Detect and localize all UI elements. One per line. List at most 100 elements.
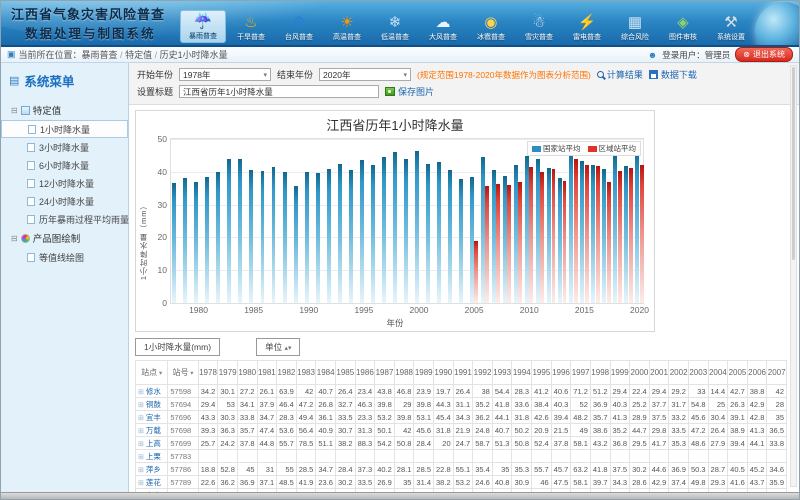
tree-item[interactable]: 3小时降水量 bbox=[1, 138, 128, 156]
table-cell bbox=[747, 450, 767, 463]
nav-typhoon[interactable]: ⚙台风普查 bbox=[276, 12, 322, 43]
table-row[interactable]: ⊞宜丰5769643.330.333.834.728.349.436.133.5… bbox=[136, 411, 787, 424]
chart-legend: 国家站平均区域站平均 bbox=[527, 141, 641, 156]
table-cell: 23.4 bbox=[355, 385, 375, 398]
table-row[interactable]: ⊞铜鼓5769429.45334.137.946.447.226.832.746… bbox=[136, 398, 787, 411]
tree-item[interactable]: 历年暴雨过程平均雨量 bbox=[1, 210, 128, 228]
scrollbar-thumb[interactable] bbox=[792, 67, 795, 260]
nav-hail[interactable]: ◉冰雹普查 bbox=[468, 12, 514, 43]
nav-system-settings[interactable]: ⚒系统设置 bbox=[708, 12, 754, 43]
hail-icon: ◉ bbox=[484, 14, 497, 32]
table-row[interactable]: ⊞萍乡5778618.852.845315528.534.728.437.340… bbox=[136, 463, 787, 476]
chart-bar-1994 bbox=[349, 170, 353, 303]
start-year-select[interactable]: 1978年▾ bbox=[179, 68, 271, 81]
filter-icon[interactable]: ▾ bbox=[188, 370, 193, 377]
y-axis-label: 1小时降水量（mm） bbox=[138, 201, 149, 280]
table-cell: 36.9 bbox=[590, 398, 610, 411]
rainstorm-icon: ☔ bbox=[194, 13, 213, 31]
nav-gale[interactable]: ☁大风普查 bbox=[420, 12, 466, 43]
table-cell: 27.2 bbox=[237, 385, 257, 398]
column-header: 2006 bbox=[747, 361, 767, 385]
chart-bar-2011 bbox=[540, 172, 544, 303]
expand-icon[interactable]: ⊞ bbox=[138, 454, 144, 461]
nav-snow-disaster[interactable]: ☃雪灾普查 bbox=[516, 12, 562, 43]
tree-group-product-drawing[interactable]: ⊟产品图绘制 bbox=[1, 228, 128, 248]
document-icon bbox=[27, 253, 35, 262]
document-icon bbox=[28, 125, 36, 134]
table-cell: 33.2 bbox=[669, 411, 689, 424]
table-row[interactable]: ⊞修水5759834.230.127.226.163.94240.726.423… bbox=[136, 385, 787, 398]
nav-lightning[interactable]: ⚡雷电普查 bbox=[564, 12, 610, 43]
nav-high-temp[interactable]: ☀高温普查 bbox=[324, 12, 370, 43]
table-cell: 48.5 bbox=[277, 476, 297, 489]
save-image-button[interactable]: 保存图片 bbox=[385, 85, 434, 98]
column-header: 1991 bbox=[453, 361, 473, 385]
table-cell: 43.3 bbox=[198, 411, 218, 424]
collapse-icon[interactable]: ⊟ bbox=[11, 234, 18, 243]
table-cell: 41.7 bbox=[649, 437, 669, 450]
measure-box[interactable]: 1小时降水量(mm) bbox=[135, 338, 220, 356]
tree-item[interactable]: 6小时降水量 bbox=[1, 156, 128, 174]
table-cell: 39.4 bbox=[728, 437, 748, 450]
table-row[interactable]: ⊞上栗57783 bbox=[136, 450, 787, 463]
tree-item[interactable]: 24小时降水量 bbox=[1, 192, 128, 210]
breadcrumb-item[interactable]: 特定值 bbox=[125, 50, 152, 60]
table-cell: 42 bbox=[767, 385, 787, 398]
table-cell: 28.6 bbox=[630, 476, 650, 489]
expand-icon[interactable]: ⊞ bbox=[138, 389, 144, 396]
column-header: 2001 bbox=[649, 361, 669, 385]
x-tick: 2000 bbox=[404, 305, 434, 315]
chart-bar-2009 bbox=[518, 182, 522, 303]
expand-icon[interactable]: ⊞ bbox=[138, 402, 144, 409]
table-cell bbox=[688, 450, 708, 463]
x-tick: 2005 bbox=[459, 305, 489, 315]
nav-drought[interactable]: ♨干旱普查 bbox=[228, 12, 274, 43]
table-cell: 19.7 bbox=[434, 385, 454, 398]
table-row[interactable]: ⊞莲花5778922.636.236.937.148.541.923.630.2… bbox=[136, 476, 787, 489]
column-header[interactable]: 站点 ▾ bbox=[136, 361, 168, 385]
table-cell: 27.9 bbox=[708, 437, 728, 450]
y-tick: 0 bbox=[149, 298, 167, 308]
column-header[interactable]: 站号 ▾ bbox=[168, 361, 198, 385]
breadcrumb-item[interactable]: 历史1小时降水量 bbox=[160, 50, 228, 60]
tree-item[interactable]: 等值线绘图 bbox=[1, 248, 128, 266]
expand-icon[interactable]: ⊞ bbox=[138, 467, 144, 474]
table-cell: 26.4 bbox=[335, 385, 355, 398]
nav-composite-risk[interactable]: ▦综合风险 bbox=[612, 12, 658, 43]
y-tick: 10 bbox=[149, 265, 167, 275]
tree-item[interactable]: 1小时降水量 bbox=[1, 120, 128, 138]
logout-button[interactable]: ⊗ 退出系统 bbox=[735, 47, 793, 62]
vertical-scrollbar[interactable] bbox=[790, 65, 797, 487]
table-cell: 40.7 bbox=[492, 424, 512, 437]
nav-low-temp[interactable]: ❄低温普查 bbox=[372, 12, 418, 43]
calc-result-button[interactable]: 计算结果 bbox=[597, 68, 643, 81]
table-cell: 39.8 bbox=[375, 398, 395, 411]
table-panel: 1小时降水量(mm) 单位 ▴▾ 站点 ▾站号 ▾197819791980198… bbox=[135, 338, 787, 500]
table-row[interactable]: ⊞万载5769839.336.335.747.453.656.440.930.7… bbox=[136, 424, 787, 437]
breadcrumb-item[interactable]: 暴雨普查 bbox=[82, 50, 118, 60]
table-cell: 45.6 bbox=[688, 411, 708, 424]
table-cell: 26.8 bbox=[316, 398, 336, 411]
expand-icon[interactable]: ⊞ bbox=[138, 441, 144, 448]
expand-icon[interactable]: ⊞ bbox=[138, 428, 144, 435]
tree-group-specific-values[interactable]: ⊟特定值 bbox=[1, 100, 128, 120]
expand-icon[interactable]: ⊞ bbox=[138, 480, 144, 487]
table-cell: 53.2 bbox=[453, 476, 473, 489]
data-download-button[interactable]: 数据下载 bbox=[649, 68, 697, 81]
collapse-icon[interactable]: ⊟ bbox=[11, 106, 18, 115]
table-cell: 33.8 bbox=[767, 437, 787, 450]
end-year-select[interactable]: 2020年▾ bbox=[319, 68, 411, 81]
tree-item[interactable]: 12小时降水量 bbox=[1, 174, 128, 192]
unit-dropdown[interactable]: 单位 ▴▾ bbox=[256, 338, 300, 356]
chart-title-input[interactable] bbox=[179, 85, 379, 98]
table-cell: 38.9 bbox=[728, 424, 748, 437]
nav-map-review[interactable]: ◈图件审核 bbox=[660, 12, 706, 43]
table-cell: 29.5 bbox=[630, 437, 650, 450]
nav-rainstorm[interactable]: ☔暴雨普查 bbox=[180, 10, 226, 43]
table-cell: 35 bbox=[394, 476, 414, 489]
table-row[interactable]: ⊞上高5769925.724.237.844.855.778.551.138.2… bbox=[136, 437, 787, 450]
filter-icon[interactable]: ▾ bbox=[157, 370, 162, 377]
expand-icon[interactable]: ⊞ bbox=[138, 415, 144, 422]
table-cell bbox=[277, 450, 297, 463]
table-cell: 42.7 bbox=[728, 385, 748, 398]
